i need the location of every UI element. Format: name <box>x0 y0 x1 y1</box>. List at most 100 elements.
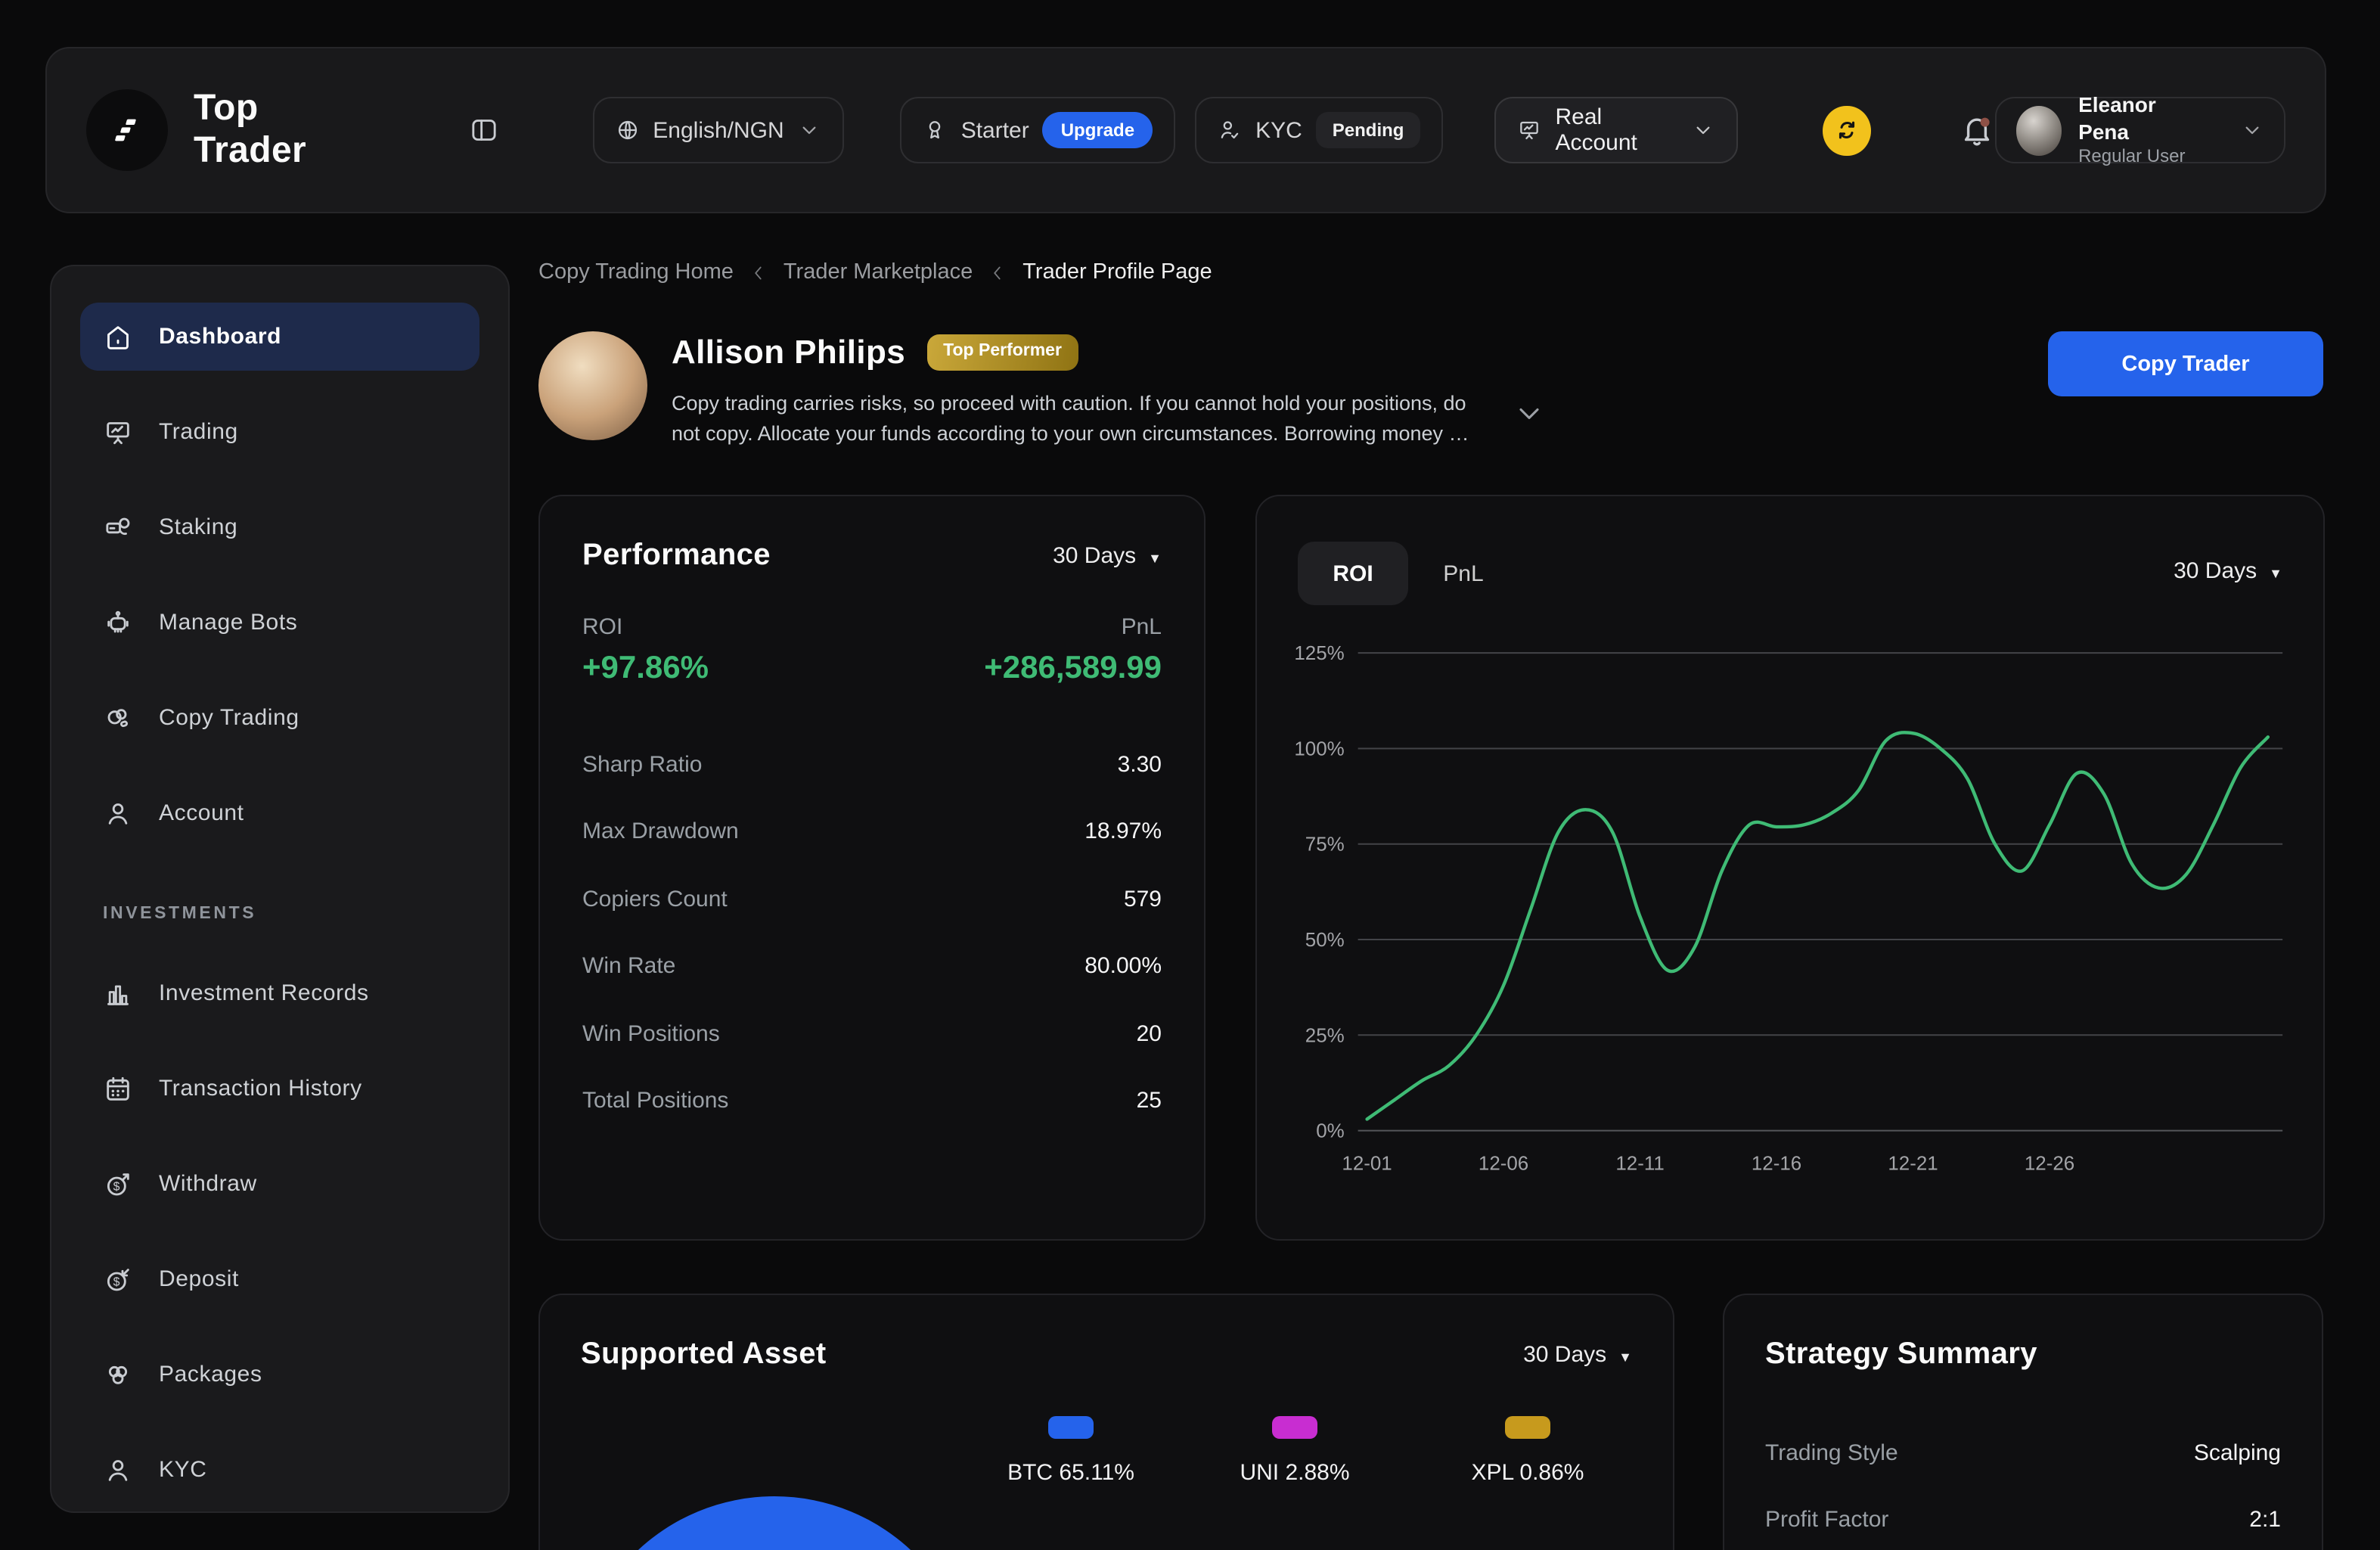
chevron-left-icon <box>749 262 768 282</box>
legend-item-uni: UNI 2.88% <box>1196 1416 1393 1486</box>
user-icon <box>103 798 133 828</box>
sidebar-item-label: Withdraw <box>159 1171 257 1197</box>
user-check-icon <box>1218 118 1242 142</box>
sidebar-item-label: Packages <box>159 1362 262 1387</box>
bell-icon <box>1958 112 1994 148</box>
user-name: Eleanor Pena <box>2078 92 2202 145</box>
btc-swatch <box>1048 1416 1094 1439</box>
globe-icon <box>615 118 639 142</box>
copy-trader-button[interactable]: Copy Trader <box>2048 331 2323 396</box>
stat-row-copiers-count: Copiers Count579 <box>582 865 1162 933</box>
chevron-down-icon <box>1692 118 1716 142</box>
breadcrumb-copy-trading-home[interactable]: Copy Trading Home <box>538 260 734 284</box>
sync-button[interactable] <box>1823 105 1871 155</box>
notifications-button[interactable] <box>1958 112 1994 148</box>
staking-icon <box>103 512 133 542</box>
svg-text:12-01: 12-01 <box>1342 1153 1392 1174</box>
svg-text:25%: 25% <box>1305 1025 1345 1046</box>
xpl-swatch <box>1505 1416 1550 1439</box>
svg-text:75%: 75% <box>1305 834 1345 856</box>
sidebar-item-label: Deposit <box>159 1266 239 1292</box>
chevron-left-icon <box>988 262 1007 282</box>
sidebar-item-trading[interactable]: Trading <box>80 398 479 466</box>
user-avatar <box>2015 105 2062 155</box>
sidebar: Dashboard Trading Staking <box>50 265 510 1513</box>
sidebar-item-staking[interactable]: Staking <box>80 493 479 561</box>
plan-pill[interactable]: Starter Upgrade <box>901 97 1175 163</box>
bot-icon <box>103 607 133 638</box>
app-logo <box>86 89 168 171</box>
svg-text:12-16: 12-16 <box>1752 1153 1801 1174</box>
award-icon <box>923 118 948 142</box>
sidebar-item-label: Trading <box>159 419 238 445</box>
stat-row-win-rate: Win Rate80.00% <box>582 933 1162 1000</box>
sidebar-item-transaction-history[interactable]: Transaction History <box>80 1055 479 1123</box>
breadcrumb: Copy Trading Home Trader Marketplace Tra… <box>538 260 1212 284</box>
sidebar-item-kyc[interactable]: KYC <box>80 1436 479 1504</box>
stat-row-profit-factor: Profit Factor2:1 <box>1765 1486 2281 1550</box>
svg-text:50%: 50% <box>1305 930 1345 951</box>
stat-row-max-drawdown: Max Drawdown18.97% <box>582 798 1162 865</box>
breadcrumb-trader-marketplace[interactable]: Trader Marketplace <box>784 260 973 284</box>
sidebar-item-label: Investment Records <box>159 980 369 1006</box>
dropdown-arrow-icon: ▼ <box>2269 565 2282 580</box>
svg-text:$: $ <box>113 1180 120 1193</box>
stat-row-trading-style: Trading StyleScalping <box>1765 1419 2281 1486</box>
top-performer-badge: Top Performer <box>926 335 1078 371</box>
sidebar-item-packages[interactable]: Packages <box>80 1340 479 1409</box>
supported-asset-card: Supported Asset 30 Days ▼ BTC 65.11% UNI… <box>538 1294 1674 1550</box>
legend-item-xpl: XPL 0.86% <box>1429 1416 1626 1486</box>
sidebar-item-withdraw[interactable]: $ Withdraw <box>80 1150 479 1218</box>
svg-text:12-06: 12-06 <box>1479 1153 1528 1174</box>
language-label: English/NGN <box>653 117 784 143</box>
sidebar-item-dashboard[interactable]: Dashboard <box>80 303 479 371</box>
strategy-title: Strategy Summary <box>1765 1337 2037 1372</box>
expand-disclaimer-button[interactable] <box>1513 396 1546 437</box>
roi-line-chart: 0%25%50%75%100%125%12-0112-0612-1112-161… <box>1257 496 2323 1239</box>
kyc-pill[interactable]: KYC Pending <box>1195 97 1443 163</box>
chart-period-selector[interactable]: 30 Days ▼ <box>2174 558 2282 584</box>
legend-item-btc: BTC 65.11% <box>973 1416 1169 1486</box>
language-selector[interactable]: English/NGN <box>592 97 844 163</box>
roi-label: ROI <box>582 614 622 640</box>
sidebar-item-label: Copy Trading <box>159 705 299 731</box>
trader-avatar <box>538 331 647 440</box>
withdraw-icon: $ <box>103 1169 133 1199</box>
app-root: Top Trader English/NGN Starter Upgrade <box>0 0 2380 1550</box>
upgrade-button[interactable]: Upgrade <box>1043 112 1153 148</box>
tab-pnl[interactable]: PnL <box>1408 542 1519 605</box>
bar-chart-icon <box>103 978 133 1008</box>
sidebar-item-label: Account <box>159 800 244 826</box>
performance-period-selector[interactable]: 30 Days ▼ <box>1053 543 1162 569</box>
tab-roi[interactable]: ROI <box>1298 542 1408 605</box>
sidebar-item-label: Dashboard <box>159 324 281 349</box>
supported-asset-period-selector[interactable]: 30 Days ▼ <box>1523 1342 1632 1368</box>
sidebar-item-label: Transaction History <box>159 1076 362 1101</box>
sidebar-item-investment-records[interactable]: Investment Records <box>80 959 479 1027</box>
logo-icon <box>112 115 142 145</box>
sidebar-item-label: Staking <box>159 514 237 540</box>
dropdown-arrow-icon: ▼ <box>1618 1349 1632 1364</box>
chart-tabs: ROI PnL <box>1298 542 1519 605</box>
calendar-icon <box>103 1073 133 1104</box>
strategy-summary-card: Strategy Summary Trading StyleScalping P… <box>1723 1294 2323 1550</box>
stat-row-sharp-ratio: Sharp Ratio3.30 <box>582 731 1162 798</box>
sidebar-item-copy-trading[interactable]: Copy Trading <box>80 684 479 752</box>
dropdown-arrow-icon: ▼ <box>1148 550 1162 565</box>
sidebar-item-manage-bots[interactable]: Manage Bots <box>80 589 479 657</box>
pnl-label: PnL <box>1122 614 1162 640</box>
svg-text:12-26: 12-26 <box>2025 1153 2074 1174</box>
user-menu[interactable]: Eleanor Pena Regular User <box>1994 97 2285 163</box>
roi-value: +97.86% <box>582 651 709 687</box>
chevron-down-icon <box>1513 396 1546 430</box>
kyc-label: KYC <box>1255 117 1302 143</box>
kyc-icon <box>103 1455 133 1485</box>
svg-text:$: $ <box>113 1275 120 1288</box>
trader-name: Allison Philips <box>672 333 905 372</box>
kyc-status-badge: Pending <box>1316 112 1421 148</box>
sidebar-item-deposit[interactable]: $ Deposit <box>80 1245 479 1313</box>
sidebar-item-account[interactable]: Account <box>80 779 479 847</box>
sidebar-toggle-button[interactable] <box>468 115 498 145</box>
account-type-selector[interactable]: Real Account <box>1494 97 1738 163</box>
roi-chart-card: 0%25%50%75%100%125%12-0112-0612-1112-161… <box>1255 495 2325 1241</box>
